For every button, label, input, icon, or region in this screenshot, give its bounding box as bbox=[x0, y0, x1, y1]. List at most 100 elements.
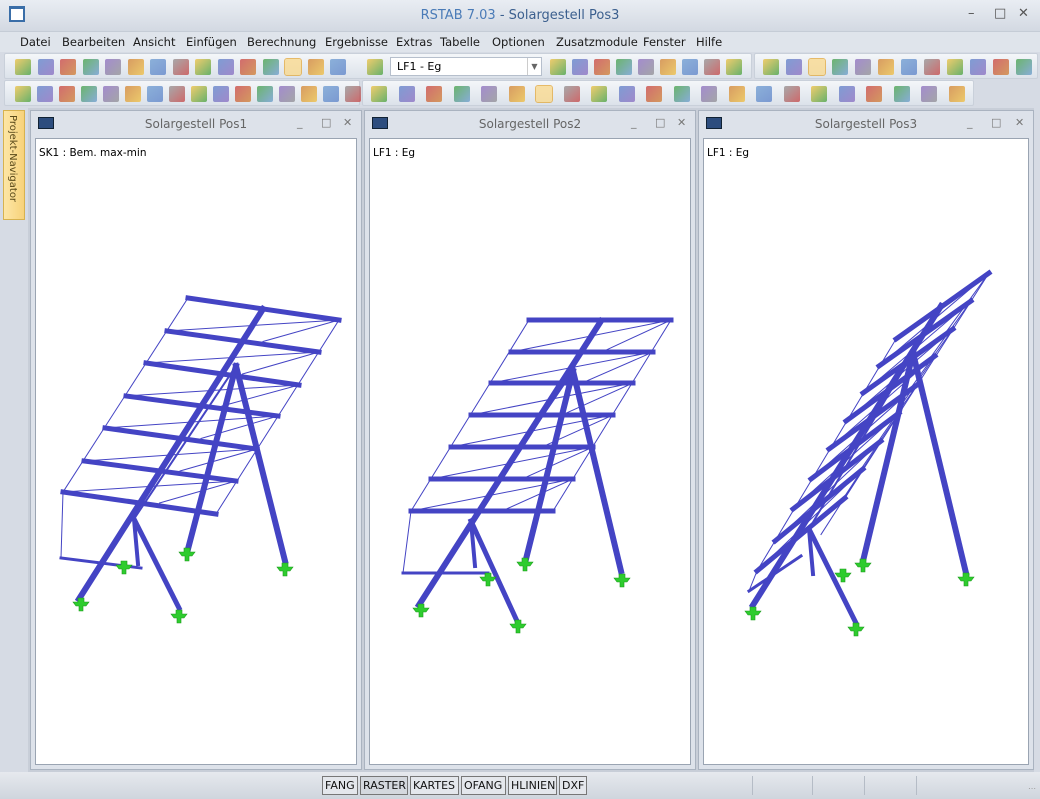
view-x-icon[interactable] bbox=[832, 59, 848, 75]
filter-icon[interactable] bbox=[279, 86, 295, 102]
panel-icon[interactable] bbox=[921, 86, 937, 102]
deform-icon[interactable] bbox=[682, 59, 698, 75]
archive-icon[interactable] bbox=[60, 59, 76, 75]
print-preview-icon[interactable] bbox=[172, 59, 189, 75]
copy-icon[interactable] bbox=[82, 59, 99, 75]
table-icon[interactable] bbox=[307, 59, 324, 75]
minimize-icon[interactable]: – bbox=[968, 6, 975, 21]
results-icon[interactable] bbox=[594, 59, 610, 75]
set-icon[interactable] bbox=[59, 86, 75, 102]
loadcase-icon[interactable] bbox=[367, 59, 383, 75]
status-toggle-hlinien[interactable]: HLINIEN bbox=[508, 776, 557, 795]
zoom-off-icon[interactable] bbox=[345, 86, 361, 102]
force-icon[interactable] bbox=[618, 86, 635, 102]
edit-icon[interactable] bbox=[240, 59, 256, 75]
menu-ansicht[interactable]: Ansicht bbox=[133, 35, 175, 49]
render-icon[interactable] bbox=[763, 59, 779, 75]
py-icon[interactable] bbox=[811, 86, 827, 102]
print-icon[interactable] bbox=[150, 59, 166, 75]
grid-icon[interactable] bbox=[786, 59, 802, 75]
text-icon[interactable] bbox=[235, 86, 251, 102]
menu-ergebnisse[interactable]: Ergebnisse bbox=[325, 35, 388, 49]
load-member-icon[interactable] bbox=[147, 86, 163, 102]
minimize-icon[interactable]: _ bbox=[631, 116, 637, 129]
load-set-icon[interactable] bbox=[169, 86, 185, 102]
save-icon[interactable] bbox=[105, 59, 121, 75]
status-toggle-fang[interactable]: FANG bbox=[322, 776, 358, 795]
status-toggle-raster[interactable]: RASTER bbox=[360, 776, 408, 795]
solid-icon[interactable] bbox=[535, 85, 553, 103]
model-window-pos1[interactable]: Solargestell Pos1 _ □ ✕ SK1 : Bem. max-min bbox=[30, 110, 362, 770]
views-icon[interactable] bbox=[481, 86, 497, 102]
close-icon[interactable]: ✕ bbox=[1018, 6, 1029, 21]
report-icon[interactable] bbox=[948, 86, 965, 102]
view-3d-icon[interactable] bbox=[878, 59, 894, 75]
vy-icon[interactable] bbox=[673, 86, 690, 102]
windows-icon[interactable] bbox=[284, 58, 302, 76]
menu-berechnung[interactable]: Berechnung bbox=[247, 35, 316, 49]
info-icon[interactable] bbox=[993, 59, 1009, 75]
delete-icon[interactable] bbox=[970, 59, 986, 75]
link-icon[interactable] bbox=[901, 59, 917, 75]
close-icon[interactable]: ✕ bbox=[1015, 116, 1024, 129]
menu-zusatzmodule[interactable]: Zusatzmodule bbox=[556, 35, 638, 49]
n-icon[interactable] bbox=[646, 86, 662, 102]
member-icon[interactable] bbox=[37, 86, 53, 102]
hinge-icon[interactable] bbox=[103, 86, 119, 102]
load-free-icon[interactable] bbox=[191, 86, 207, 102]
view-x-icon[interactable] bbox=[371, 86, 387, 102]
view-y-icon[interactable] bbox=[398, 86, 415, 102]
zoom-all-icon[interactable] bbox=[301, 86, 317, 102]
my-icon[interactable] bbox=[756, 86, 772, 102]
rotate-icon[interactable] bbox=[924, 59, 940, 75]
line-icon[interactable] bbox=[563, 86, 580, 102]
redo-icon[interactable] bbox=[217, 59, 234, 75]
next-icon[interactable] bbox=[572, 59, 588, 75]
load-node-icon[interactable] bbox=[125, 86, 141, 102]
mt-icon[interactable] bbox=[728, 86, 745, 102]
minimize-icon[interactable]: _ bbox=[297, 116, 303, 129]
resize-grip-icon[interactable]: ⋯ bbox=[1028, 784, 1036, 793]
section-icon[interactable] bbox=[704, 59, 720, 75]
maximize-icon[interactable]: □ bbox=[655, 116, 665, 129]
section2-icon[interactable] bbox=[726, 59, 742, 75]
view-y-icon[interactable] bbox=[855, 59, 871, 75]
menu-extras[interactable]: Extras bbox=[396, 35, 432, 49]
menu-hilfe[interactable]: Hilfe bbox=[696, 35, 722, 49]
vz-icon[interactable] bbox=[701, 86, 717, 102]
values-icon[interactable] bbox=[616, 59, 632, 75]
deflection-icon[interactable] bbox=[893, 86, 910, 102]
new-icon[interactable] bbox=[15, 59, 31, 75]
numbering-icon[interactable] bbox=[591, 86, 607, 102]
notes-icon[interactable] bbox=[127, 59, 144, 75]
maximize-icon[interactable]: □ bbox=[991, 116, 1001, 129]
zoom-window-icon[interactable] bbox=[323, 86, 339, 102]
menu-optionen[interactable]: Optionen bbox=[492, 35, 545, 49]
wireframe-icon[interactable] bbox=[508, 86, 525, 102]
pz-icon[interactable] bbox=[838, 86, 855, 102]
dimension-icon[interactable] bbox=[213, 86, 229, 102]
menu-datei[interactable]: Datei bbox=[20, 35, 51, 49]
viewport[interactable]: LF1 : Eg bbox=[703, 138, 1029, 765]
project-navigator-tab[interactable]: Projekt-Navigator bbox=[3, 110, 25, 220]
settings-icon[interactable] bbox=[1016, 59, 1032, 75]
view-z-icon[interactable] bbox=[426, 86, 442, 102]
prev-icon[interactable] bbox=[550, 59, 566, 75]
view-icon[interactable] bbox=[638, 59, 654, 75]
maximize-icon[interactable]: □ bbox=[321, 116, 331, 129]
menu-bearbeiten[interactable]: Bearbeiten bbox=[62, 35, 125, 49]
menu-tabelle[interactable]: Tabelle bbox=[440, 35, 480, 49]
menu-einfügen[interactable]: Einfügen bbox=[186, 35, 237, 49]
model-window-pos2[interactable]: Solargestell Pos2 _ □ ✕ LF1 : Eg bbox=[364, 110, 696, 770]
reaction-icon[interactable] bbox=[866, 86, 882, 102]
mz-icon[interactable] bbox=[783, 86, 800, 102]
select-icon[interactable] bbox=[262, 59, 279, 75]
support-icon[interactable] bbox=[81, 86, 97, 102]
close-icon[interactable]: ✕ bbox=[343, 116, 352, 129]
table2-icon[interactable] bbox=[330, 59, 346, 75]
viewport[interactable]: LF1 : Eg bbox=[369, 138, 691, 765]
viewport[interactable]: SK1 : Bem. max-min bbox=[35, 138, 357, 765]
values2-icon[interactable] bbox=[660, 59, 676, 75]
view-box-icon[interactable] bbox=[453, 86, 470, 102]
close-icon[interactable]: ✕ bbox=[677, 116, 686, 129]
